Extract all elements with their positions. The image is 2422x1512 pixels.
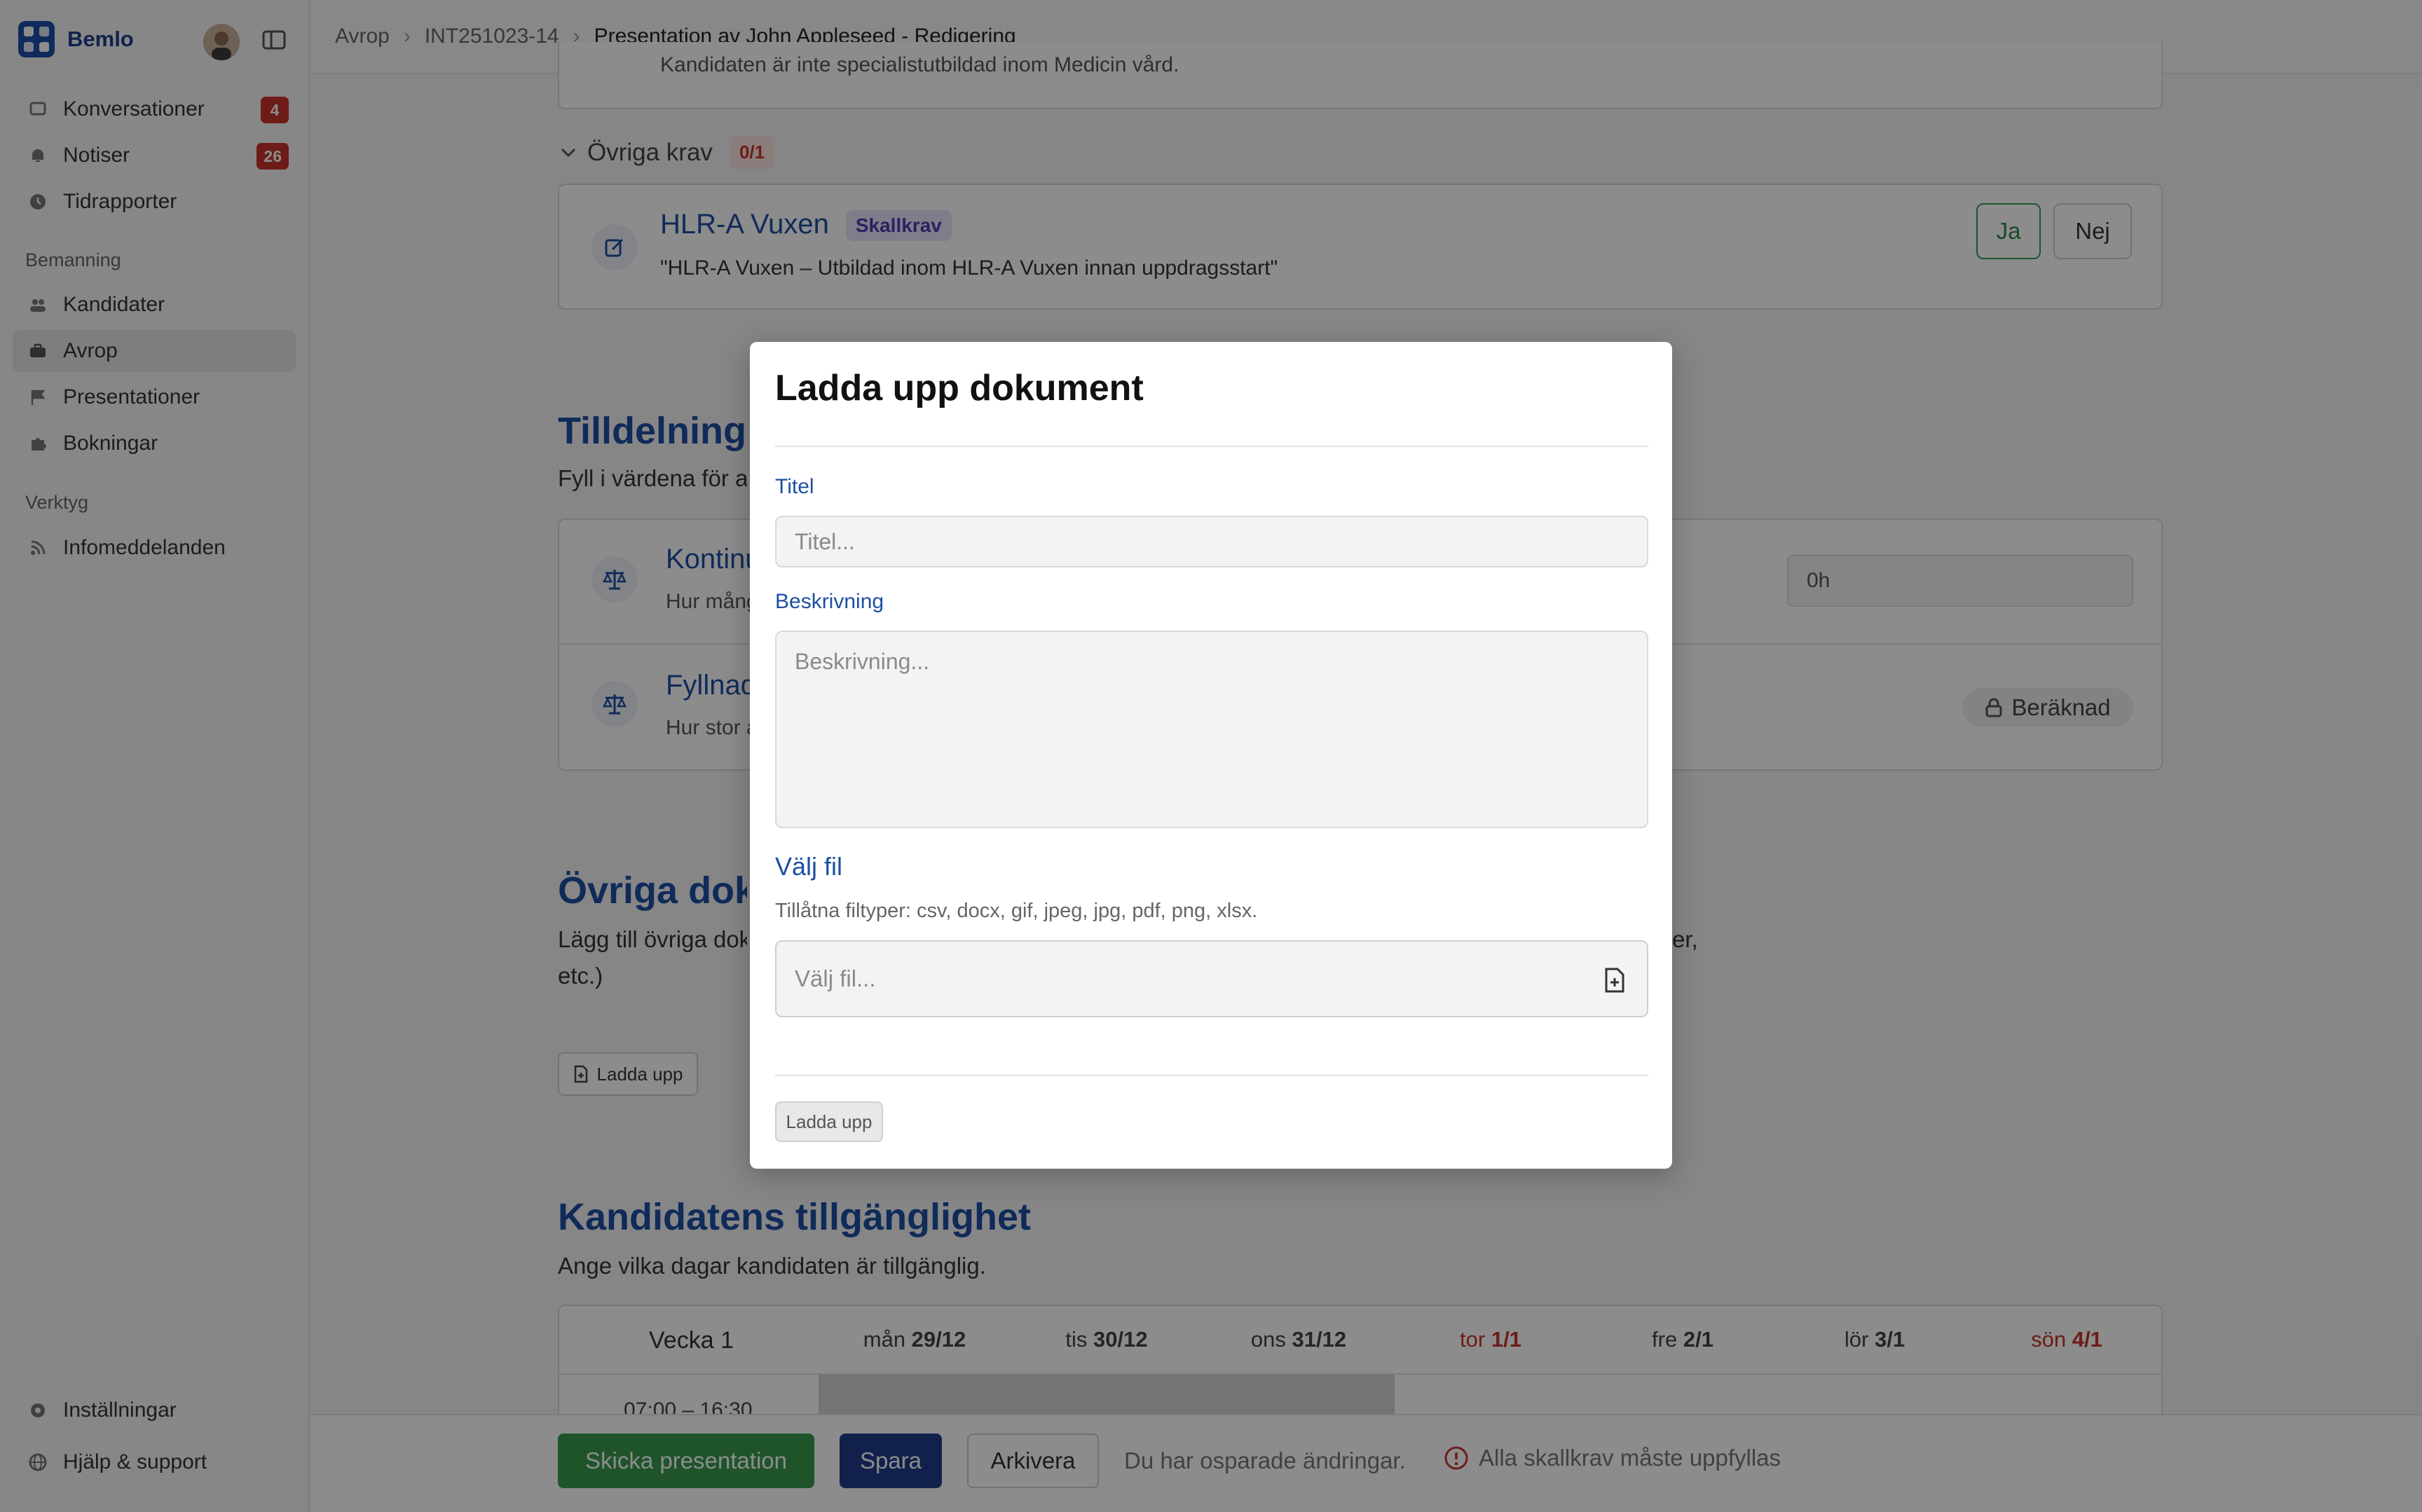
divider — [775, 446, 1648, 447]
allowed-filetypes-hint: Tillåtna filtyper: csv, docx, gif, jpeg,… — [775, 900, 1258, 922]
file-picker[interactable]: Välj fil... — [775, 940, 1648, 1017]
title-input[interactable] — [775, 516, 1648, 568]
choose-file-heading: Välj fil — [775, 852, 843, 881]
modal-upload-button[interactable]: Ladda upp — [775, 1101, 883, 1142]
upload-document-modal: Ladda upp dokument Titel Beskrivning Väl… — [750, 342, 1672, 1169]
file-picker-placeholder: Välj fil... — [795, 965, 876, 991]
divider — [775, 1075, 1648, 1076]
description-field-label: Beskrivning — [775, 590, 884, 613]
file-plus-icon — [1603, 967, 1626, 994]
description-textarea[interactable] — [775, 631, 1648, 828]
modal-title: Ladda upp dokument — [775, 368, 1144, 408]
title-field-label: Titel — [775, 475, 814, 498]
